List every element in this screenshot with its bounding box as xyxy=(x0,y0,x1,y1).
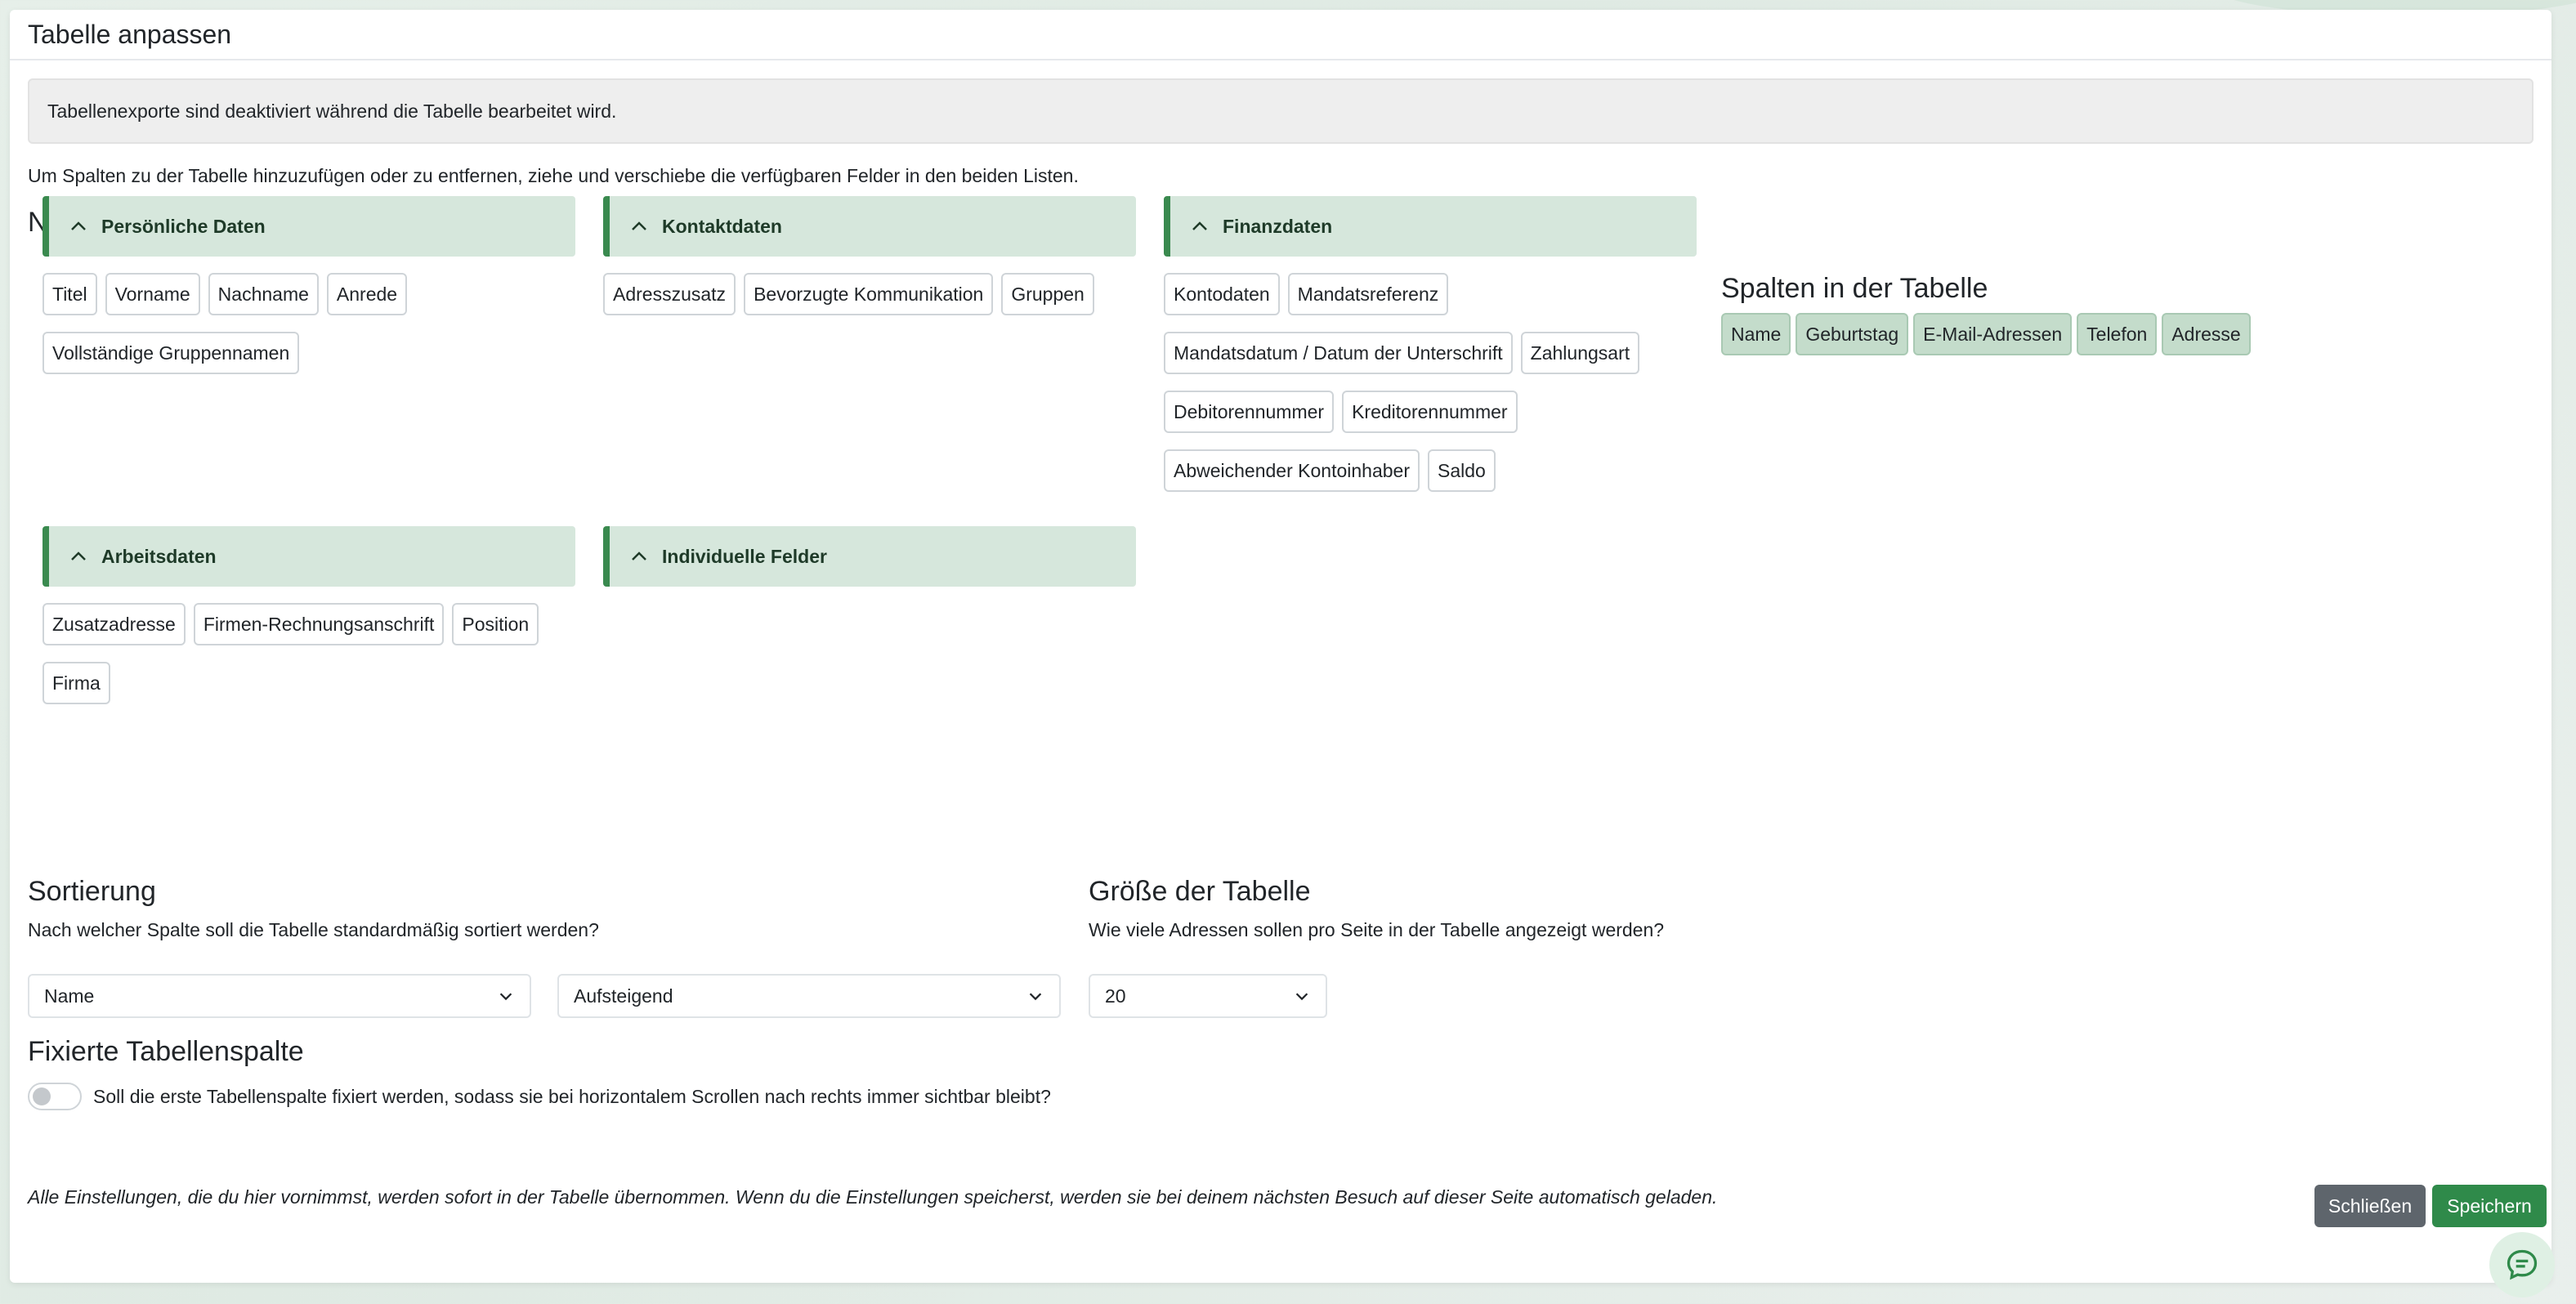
group-custom-fields: Individuelle Felder xyxy=(603,526,1136,587)
column-chip[interactable]: Adresse xyxy=(2162,313,2251,355)
group-label: Finanzdaten xyxy=(1223,215,1333,237)
fixed-column-toggle[interactable] xyxy=(28,1083,82,1110)
settings-footnote: Alle Einstellungen, die du hier vornimms… xyxy=(28,1186,1718,1208)
table-size-title: Größe der Tabelle xyxy=(1089,876,1311,907)
group-header-contact-data[interactable]: Kontaktdaten xyxy=(603,196,1136,257)
page-size-select[interactable]: 20 xyxy=(1089,974,1327,1018)
field-chip[interactable]: Firmen-Rechnungsanschrift xyxy=(193,603,445,645)
sorting-title: Sortierung xyxy=(28,876,156,907)
group-label: Kontaktdaten xyxy=(662,215,782,237)
chevron-down-icon xyxy=(1029,993,1042,1001)
select-value: Aufsteigend xyxy=(574,985,673,1007)
field-chip[interactable]: Adresszusatz xyxy=(603,273,736,315)
sort-direction-select[interactable]: Aufsteigend xyxy=(557,974,1061,1018)
field-chip[interactable]: Debitorennummer xyxy=(1164,391,1335,433)
group-header-custom-fields[interactable]: Individuelle Felder xyxy=(603,526,1136,587)
table-size-question: Wie viele Adressen sollen pro Seite in d… xyxy=(1089,919,1665,940)
field-chip[interactable]: Firma xyxy=(42,662,110,704)
chevron-down-icon xyxy=(499,993,512,1001)
group-contact-data: Kontaktdaten Adresszusatz Bevorzugte Kom… xyxy=(603,196,1136,315)
chat-icon xyxy=(2507,1249,2538,1280)
select-value: 20 xyxy=(1105,985,1126,1007)
chevron-down-icon xyxy=(1295,993,1308,1001)
field-chip[interactable]: Mandatsreferenz xyxy=(1287,273,1449,315)
group-work-data: Arbeitsdaten Zusatzadresse Firmen-Rechnu… xyxy=(42,526,575,704)
field-chip[interactable]: Gruppen xyxy=(1001,273,1094,315)
sort-column-select[interactable]: Name xyxy=(28,974,531,1018)
field-chip[interactable]: Saldo xyxy=(1427,449,1496,492)
field-chip[interactable]: Kreditorennummer xyxy=(1342,391,1518,433)
group-header-personal-data[interactable]: Persönliche Daten xyxy=(42,196,575,257)
field-chip[interactable]: Nachname xyxy=(208,273,319,315)
group-label: Arbeitsdaten xyxy=(101,545,217,567)
fixed-column-section: Fixierte Tabellenspalte Soll die erste T… xyxy=(28,1036,1051,1110)
field-list: Titel Vorname Nachname Anrede Vollständi… xyxy=(42,273,575,374)
field-chip[interactable]: Kontodaten xyxy=(1164,273,1280,315)
in-table-title: Spalten in der Tabelle xyxy=(1721,273,1988,304)
sorting-question: Nach welcher Spalte soll die Tabelle sta… xyxy=(28,919,599,940)
group-label: Individuelle Felder xyxy=(662,545,827,567)
sorting-section: Sortierung Nach welcher Spalte soll die … xyxy=(28,876,599,941)
close-button[interactable]: Schließen xyxy=(2314,1185,2426,1227)
fixed-column-question: Soll die erste Tabellenspalte fixiert we… xyxy=(93,1085,1051,1107)
table-size-section: Größe der Tabelle Wie viele Adressen sol… xyxy=(1089,876,1664,941)
chat-button[interactable] xyxy=(2489,1232,2555,1297)
column-chip[interactable]: Name xyxy=(1721,313,1791,355)
group-finance-data: Finanzdaten Kontodaten Mandatsreferenz M… xyxy=(1164,196,1697,492)
select-value: Name xyxy=(44,985,95,1007)
field-list: Adresszusatz Bevorzugte Kommunikation Gr… xyxy=(603,273,1136,315)
chevron-up-icon xyxy=(632,221,646,230)
field-chip[interactable]: Bevorzugte Kommunikation xyxy=(744,273,994,315)
notice-text: Tabellenexporte sind deaktiviert während… xyxy=(47,100,617,122)
field-chip[interactable]: Zahlungsart xyxy=(1520,332,1640,374)
table-column-list: Name Geburtstag E-Mail-Adressen Telefon … xyxy=(1721,313,2251,355)
field-chip[interactable]: Position xyxy=(452,603,539,645)
chevron-up-icon xyxy=(1192,221,1207,230)
field-chip[interactable]: Vollständige Gruppennamen xyxy=(42,332,300,374)
drag-hint: Um Spalten zu der Tabelle hinzuzufügen o… xyxy=(28,165,1079,186)
group-personal-data: Persönliche Daten Titel Vorname Nachname… xyxy=(42,196,575,374)
group-label: Persönliche Daten xyxy=(101,215,266,237)
field-chip[interactable]: Zusatzadresse xyxy=(42,603,186,645)
field-chip[interactable]: Vorname xyxy=(105,273,200,315)
group-header-finance-data[interactable]: Finanzdaten xyxy=(1164,196,1697,257)
chevron-up-icon xyxy=(71,552,86,560)
modal-title: Tabelle anpassen xyxy=(28,20,232,49)
chevron-up-icon xyxy=(632,552,646,560)
column-chip[interactable]: Geburtstag xyxy=(1796,313,1909,355)
field-list: Zusatzadresse Firmen-Rechnungsanschrift … xyxy=(42,603,575,704)
fixed-column-row: Soll die erste Tabellenspalte fixiert we… xyxy=(28,1083,1051,1110)
field-chip[interactable]: Mandatsdatum / Datum der Unterschrift xyxy=(1164,332,1513,374)
modal-header: Tabelle anpassen xyxy=(10,10,2551,60)
export-disabled-notice: Tabellenexporte sind deaktiviert während… xyxy=(28,78,2534,144)
customize-table-modal: Tabelle anpassen Tabellenexporte sind de… xyxy=(10,10,2551,1283)
field-chip[interactable]: Titel xyxy=(42,273,97,315)
field-chip[interactable]: Anrede xyxy=(326,273,408,315)
chevron-up-icon xyxy=(71,221,86,230)
column-chip[interactable]: E-Mail-Adressen xyxy=(1913,313,2073,355)
save-button[interactable]: Speichern xyxy=(2432,1185,2547,1227)
group-header-work-data[interactable]: Arbeitsdaten xyxy=(42,526,575,587)
field-chip[interactable]: Abweichender Kontoinhaber xyxy=(1164,449,1420,492)
columns-in-table: Spalten in der Tabelle Name Geburtstag E… xyxy=(1721,273,2251,355)
fixed-column-title: Fixierte Tabellenspalte xyxy=(28,1036,304,1067)
column-chip[interactable]: Telefon xyxy=(2077,313,2158,355)
field-list: Kontodaten Mandatsreferenz Mandatsdatum … xyxy=(1164,273,1697,492)
